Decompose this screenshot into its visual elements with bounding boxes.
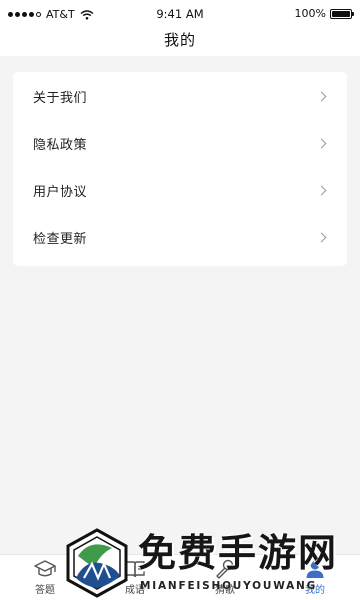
status-right: 100% <box>294 7 354 20</box>
tab-label: 答题 <box>35 585 55 596</box>
status-bar: AT&T 9:41 AM 100% <box>0 0 360 28</box>
tab-quiz[interactable]: 答题 <box>0 555 90 600</box>
battery-fill <box>332 10 350 17</box>
tab-label: 猜歌 <box>215 585 235 596</box>
tab-guess-song[interactable]: 猜歌 <box>180 555 270 600</box>
chevron-right-icon <box>316 232 327 243</box>
book-icon <box>125 561 145 578</box>
tab-idioms[interactable]: 成语 <box>90 555 180 600</box>
menu-item-label: 隐私政策 <box>33 138 88 153</box>
tab-bar: 答题 成语 猜歌 我的 <box>0 554 360 600</box>
battery-percent: 100% <box>294 7 326 20</box>
tab-label: 成语 <box>125 585 145 596</box>
menu-item-label: 检查更新 <box>33 232 88 247</box>
nav-bar: 我的 <box>0 28 360 56</box>
menu-item-about-us[interactable]: 关于我们 <box>13 73 347 120</box>
menu-item-privacy-policy[interactable]: 隐私政策 <box>13 120 347 167</box>
user-icon <box>306 560 324 578</box>
tab-mine[interactable]: 我的 <box>270 555 360 600</box>
battery-icon <box>330 8 354 19</box>
menu-item-label: 用户协议 <box>33 185 88 200</box>
menu-item-user-agreement[interactable]: 用户协议 <box>13 167 347 214</box>
chevron-right-icon <box>316 185 327 196</box>
settings-card: 关于我们 隐私政策 用户协议 检查更新 <box>13 72 347 266</box>
menu-item-label: 关于我们 <box>33 91 88 106</box>
microphone-icon <box>216 559 234 579</box>
page-title: 我的 <box>163 31 196 49</box>
menu-item-check-update[interactable]: 检查更新 <box>13 214 347 261</box>
chevron-right-icon <box>316 138 327 149</box>
graduation-cap-icon <box>34 560 56 577</box>
tab-label: 我的 <box>305 585 325 596</box>
chevron-right-icon <box>316 91 327 102</box>
